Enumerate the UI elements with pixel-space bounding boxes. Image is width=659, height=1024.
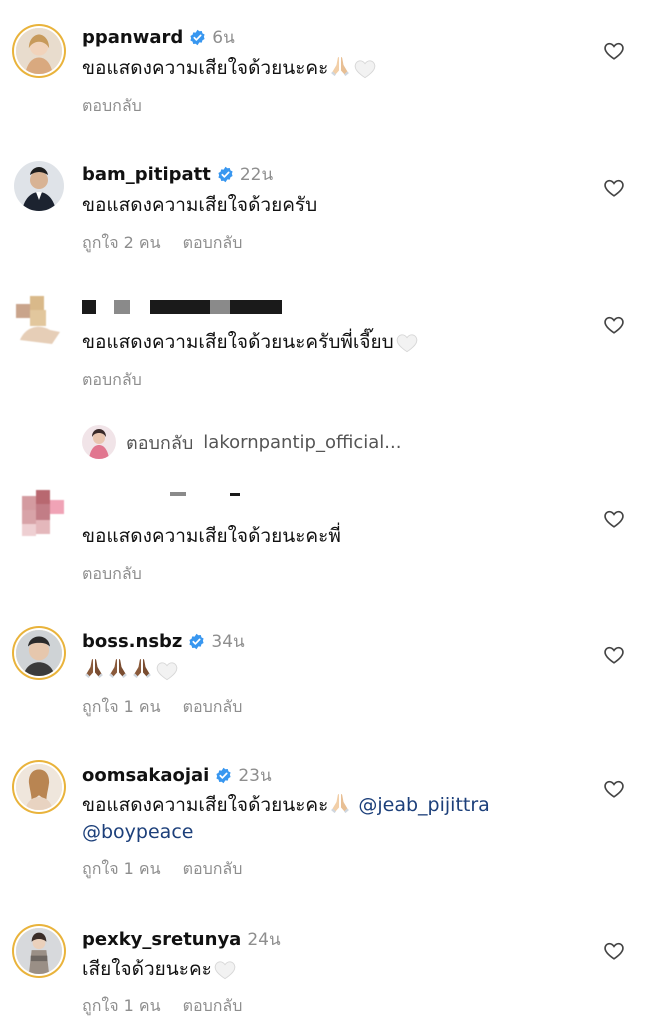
username[interactable]: pexky_sretunya — [82, 929, 241, 950]
censor-block — [82, 300, 96, 314]
verified-badge-icon — [215, 767, 232, 784]
avatar[interactable] — [16, 28, 62, 74]
avatar[interactable] — [14, 161, 64, 211]
reply-label: ตอบกลับ — [126, 432, 194, 454]
censor-block — [114, 300, 130, 314]
username[interactable]: bam_pitipatt — [82, 164, 211, 185]
mention-link[interactable]: @jeab_pijittra — [358, 794, 489, 816]
pray-emoji-icon — [82, 656, 106, 680]
pray-emoji-icon — [130, 656, 154, 680]
censor-block — [210, 300, 230, 314]
likes-count[interactable]: ถูกใจ 1 คน — [82, 695, 161, 720]
likes-count[interactable]: ถูกใจ 1 คน — [82, 857, 161, 882]
timestamp: 24น — [247, 930, 281, 950]
view-replies-row[interactable]: ตอบกลับ lakornpantip_official... — [82, 425, 401, 459]
reply-button[interactable]: ตอบกลับ — [82, 562, 142, 587]
comment-text — [82, 656, 178, 685]
timestamp: 22น — [239, 165, 274, 185]
comment-text: ขอแสดงความเสียใจด้วยนะคะพี่ — [82, 525, 341, 547]
censor-block — [230, 300, 282, 314]
like-heart-icon[interactable] — [603, 314, 625, 336]
like-heart-icon[interactable] — [603, 778, 625, 800]
comment-text-line2: @boypeace — [82, 818, 193, 847]
mention-link[interactable]: @boypeace — [82, 821, 193, 843]
comment-text: ขอแสดงความเสียใจด้วยนะคะ @jeab_pijittra — [82, 791, 490, 820]
avatar[interactable] — [16, 764, 62, 810]
white-heart-emoji-icon — [156, 661, 178, 681]
white-heart-emoji-icon — [396, 333, 418, 353]
white-heart-emoji-icon — [354, 59, 376, 79]
censor-block — [170, 492, 186, 496]
reply-avatar — [82, 425, 116, 459]
comment-text: เสียใจด้วยนะคะ — [82, 955, 236, 984]
reply-button[interactable]: ตอบกลับ — [183, 857, 243, 882]
like-heart-icon[interactable] — [603, 644, 625, 666]
comment-text: ขอแสดงความเสียใจด้วยนะครับพี่เจี๊ยบ — [82, 328, 418, 357]
pray-emoji-icon — [106, 656, 130, 680]
username[interactable]: boss.nsbz — [82, 631, 182, 652]
like-heart-icon[interactable] — [603, 508, 625, 530]
verified-badge-icon — [189, 29, 206, 46]
timestamp: 34น — [211, 632, 245, 652]
likes-count[interactable]: ถูกใจ 1 คน — [82, 994, 161, 1019]
reply-button[interactable]: ตอบกลับ — [183, 231, 243, 256]
pray-emoji-icon — [328, 791, 352, 815]
likes-count[interactable]: ถูกใจ 2 คน — [82, 231, 161, 256]
avatar[interactable] — [16, 928, 62, 974]
username[interactable]: oomsakaojai — [82, 765, 209, 786]
avatar[interactable] — [16, 630, 62, 676]
timestamp: 6น — [212, 28, 235, 48]
reply-button[interactable]: ตอบกลับ — [82, 368, 142, 393]
censored-avatar[interactable] — [14, 296, 64, 346]
reply-username[interactable]: lakornpantip_official... — [203, 432, 401, 453]
verified-badge-icon — [217, 166, 234, 183]
username[interactable]: ppanward — [82, 27, 183, 48]
reply-button[interactable]: ตอบกลับ — [82, 94, 142, 119]
comment-text: ขอแสดงความเสียใจด้วยนะคะ — [82, 54, 376, 83]
censor-block — [150, 300, 210, 314]
pray-emoji-icon — [328, 54, 352, 78]
timestamp: 23น — [238, 766, 272, 786]
like-heart-icon[interactable] — [603, 940, 625, 962]
reply-button[interactable]: ตอบกลับ — [183, 695, 243, 720]
reply-button[interactable]: ตอบกลับ — [183, 994, 243, 1019]
censor-block — [230, 493, 240, 496]
verified-badge-icon — [188, 633, 205, 650]
like-heart-icon[interactable] — [603, 40, 625, 62]
censored-avatar[interactable] — [14, 490, 64, 540]
like-heart-icon[interactable] — [603, 177, 625, 199]
comment-text: ขอแสดงความเสียใจด้วยครับ — [82, 194, 318, 216]
white-heart-emoji-icon — [214, 960, 236, 980]
